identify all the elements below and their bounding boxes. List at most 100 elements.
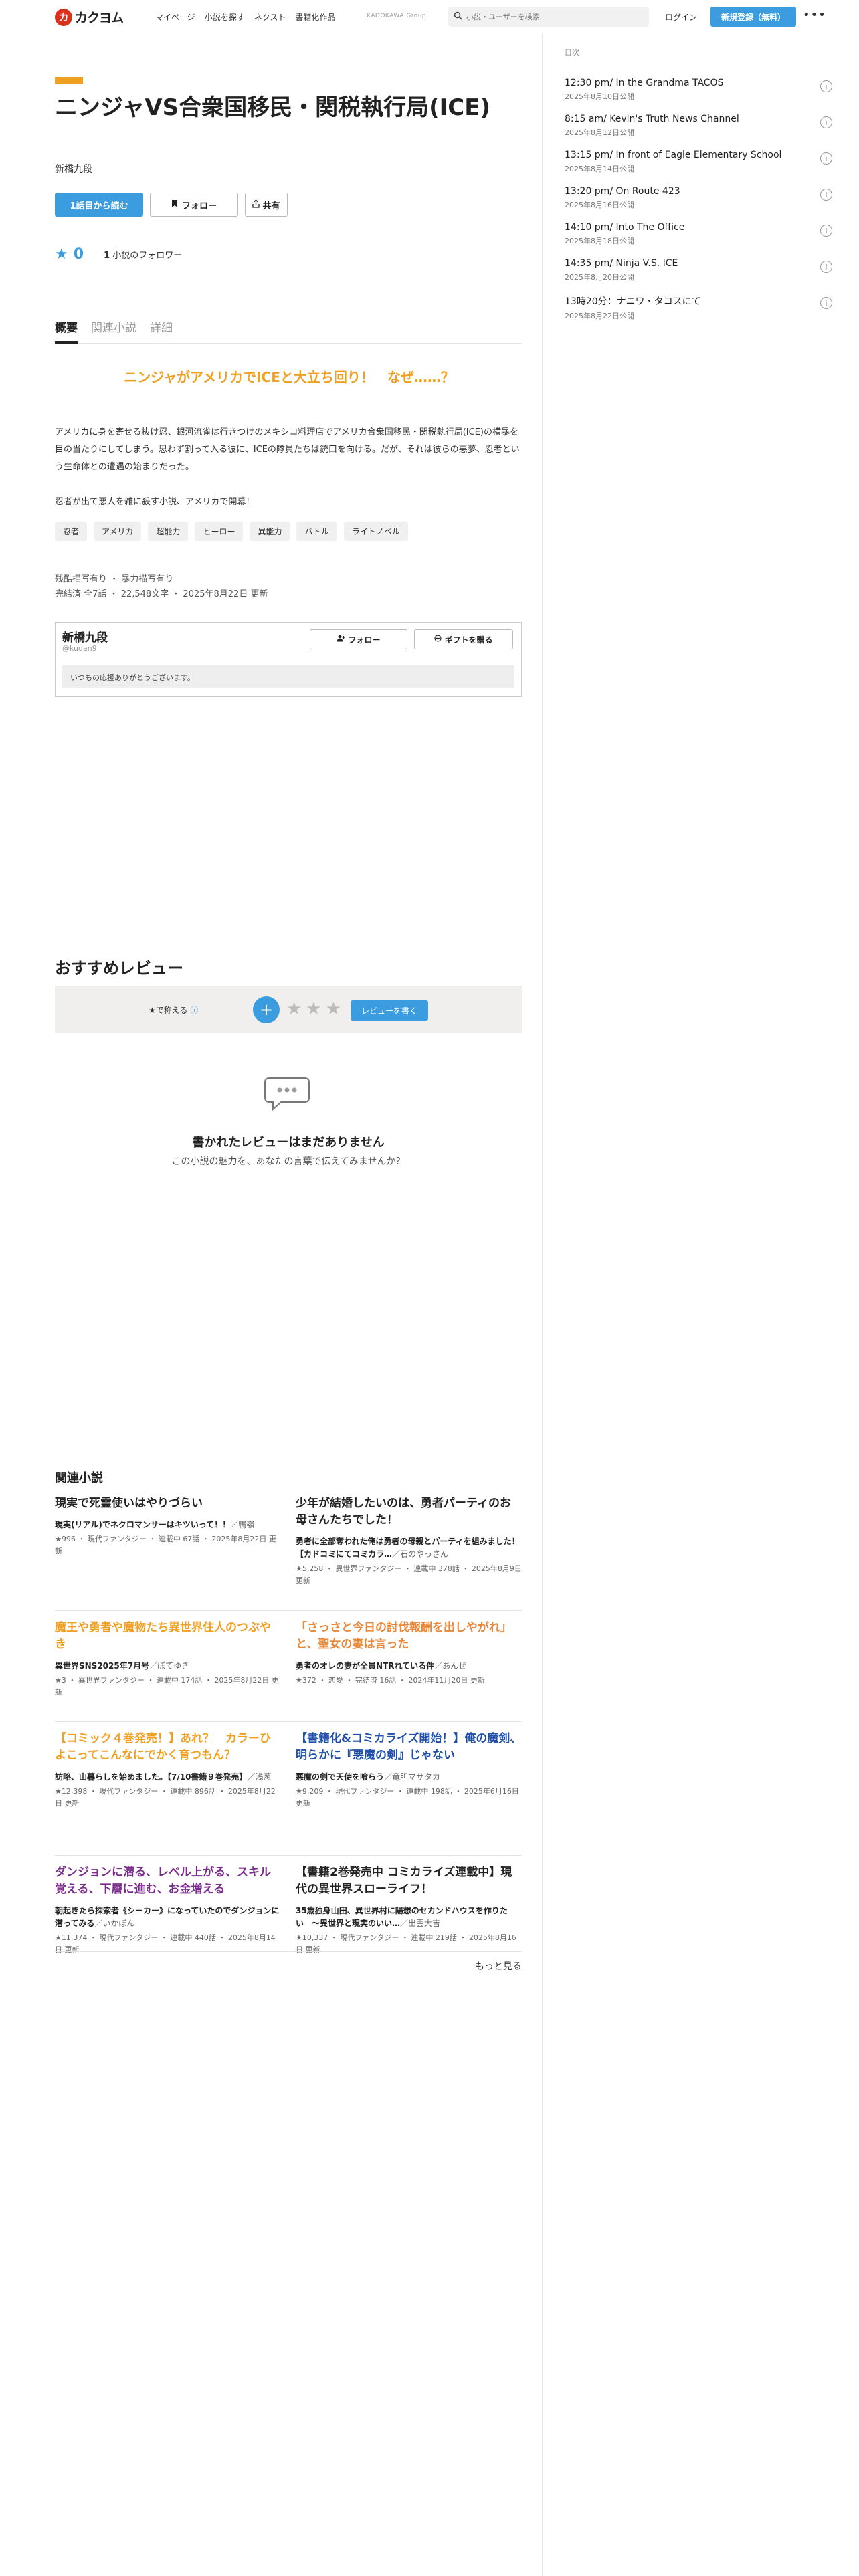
- episode-date: 2025年8月20日公開: [565, 273, 634, 282]
- related-catch: 現実(リアル)でネクロマンサーはキツいって！！／鴨嶺: [55, 1519, 281, 1531]
- tag[interactable]: バトル: [296, 522, 337, 541]
- nav-next[interactable]: ネクスト: [254, 11, 286, 23]
- follow-author-button[interactable]: フォロー: [310, 629, 407, 649]
- send-gift-label: ギフトを贈る: [444, 635, 493, 645]
- search-icon[interactable]: [454, 11, 462, 23]
- related-title[interactable]: 少年が結婚したいのは、勇者パーティのお母さんたちでした！: [296, 1495, 522, 1529]
- related-catch: 勇者のオレの妻が全員NTRれている件／あんぜ: [296, 1660, 522, 1673]
- tag[interactable]: ヒーロー: [195, 522, 244, 541]
- toc-episode[interactable]: 12:30 pm/ In the Grandma TACOS 2025年8月10…: [565, 78, 832, 114]
- gift-icon: [434, 635, 442, 644]
- related-item[interactable]: 魔王や勇者や魔物たち異世界住人のつぶやき 異世界SNS2025年7月号／ぽてゆき…: [55, 1620, 281, 1699]
- toc-episode[interactable]: 13:20 pm/ On Route 423 2025年8月16日公開 i: [565, 186, 832, 222]
- related-meta: ★5,258 ・ 異世界ファンタジー ・ 連載中 378話 ・ 2025年8月9…: [296, 1564, 522, 1585]
- info-icon[interactable]: i: [820, 225, 832, 237]
- episode-title[interactable]: 8:15 am/ Kevin's Truth News Channel: [565, 114, 832, 124]
- related-title[interactable]: ダンジョンに潜る、レベル上がる、スキル覚える、下層に進む、お金増える: [55, 1864, 281, 1898]
- related-item[interactable]: 【書籍化&コミカライズ開始！】俺の魔剣、明らかに『悪魔の剣』じゃない 悪魔の剣で…: [296, 1731, 522, 1810]
- tag[interactable]: ライトノベル: [343, 522, 408, 541]
- related-title[interactable]: 【書籍化&コミカライズ開始！】俺の魔剣、明らかに『悪魔の剣』じゃない: [296, 1731, 522, 1764]
- tag[interactable]: アメリカ: [94, 522, 142, 541]
- related-author[interactable]: ／あんぜ: [434, 1661, 466, 1671]
- related-author[interactable]: ／竜胆マサタカ: [384, 1772, 440, 1782]
- related-title[interactable]: 現実で死霊使いはやりづらい: [55, 1495, 281, 1512]
- help-icon[interactable]: ⓘ: [190, 1006, 198, 1015]
- nav-published-works[interactable]: 書籍化作品: [295, 11, 335, 23]
- kadokawa-group-label[interactable]: KADOKAWA Group: [367, 13, 426, 19]
- episode-title[interactable]: 13:20 pm/ On Route 423: [565, 186, 832, 197]
- intro-paragraph: 忍者が出て悪人を雑に殺す小説、アメリカで開幕！: [55, 497, 255, 507]
- episode-title[interactable]: 14:10 pm/ Into The Office: [565, 222, 832, 233]
- episode-title[interactable]: 12:30 pm/ In the Grandma TACOS: [565, 78, 832, 88]
- related-author[interactable]: ／出雲大吉: [400, 1919, 440, 1928]
- read-from-first-button[interactable]: 1話目から読む: [55, 193, 143, 217]
- follow-button[interactable]: フォロー: [150, 193, 238, 217]
- send-gift-button[interactable]: ギフトを贈る: [414, 629, 513, 649]
- more-related-link[interactable]: もっと見る: [430, 1959, 522, 1973]
- star-count[interactable]: 0: [74, 246, 84, 263]
- toc-episode[interactable]: 13時20分：ナニワ・タコスにて 2025年8月22日公開 i: [565, 294, 832, 330]
- write-review-button[interactable]: レビューを書く: [351, 1000, 428, 1021]
- divider: [55, 1855, 522, 1856]
- related-item[interactable]: 現実で死霊使いはやりづらい 現実(リアル)でネクロマンサーはキツいって！！／鴨嶺…: [55, 1495, 281, 1558]
- related-author[interactable]: ／いかぽん: [94, 1919, 134, 1928]
- table-of-contents: 目次 12:30 pm/ In the Grandma TACOS 2025年8…: [565, 47, 832, 330]
- share-button[interactable]: 共有: [245, 193, 288, 217]
- related-title[interactable]: 「さっさと今日の討伐報酬を出しやがれ」と、聖女の妻は言った: [296, 1620, 522, 1653]
- related-catch-text: 異世界SNS2025年7月号: [55, 1661, 150, 1671]
- nav-mypage[interactable]: マイページ: [155, 11, 195, 23]
- info-icon[interactable]: i: [820, 297, 832, 309]
- follower-count[interactable]: 1 小説のフォロワー: [104, 248, 182, 261]
- kakuyomu-logo[interactable]: カ カクヨム: [55, 8, 124, 26]
- related-title[interactable]: 【書籍2巻発売中 コミカライズ連載中】現代の異世界スローライフ！: [296, 1864, 522, 1898]
- related-author[interactable]: ／鴨嶺: [230, 1520, 254, 1529]
- related-author[interactable]: ／浅葱: [247, 1772, 271, 1782]
- tab-details[interactable]: 詳細: [150, 314, 173, 344]
- info-icon[interactable]: i: [820, 80, 832, 92]
- main-nav: マイページ 小説を探す ネクスト 書籍化作品: [155, 11, 335, 23]
- author-name[interactable]: 新橋九段: [62, 628, 108, 645]
- info-icon[interactable]: i: [820, 189, 832, 201]
- toc-episode[interactable]: 8:15 am/ Kevin's Truth News Channel 2025…: [565, 114, 832, 150]
- toc-episode[interactable]: 14:35 pm/ Ninja V.S. ICE 2025年8月20日公開 i: [565, 258, 832, 294]
- episode-date: 2025年8月10日公開: [565, 92, 634, 101]
- info-icon[interactable]: i: [820, 261, 832, 273]
- related-item[interactable]: 【コミック４巻発売！】あれ？ カラーひよこってこんなにでかく育つもん？ 訪略、山…: [55, 1731, 281, 1810]
- info-icon[interactable]: i: [820, 152, 832, 165]
- more-menu-icon[interactable]: •••: [803, 8, 826, 22]
- related-item[interactable]: 少年が結婚したいのは、勇者パーティのお母さんたちでした！ 勇者に全部奪われた俺は…: [296, 1495, 522, 1587]
- related-meta: ★10,337 ・ 現代ファンタジー ・ 連載中 219話 ・ 2025年8月1…: [296, 1933, 516, 1954]
- nav-search-novels[interactable]: 小説を探す: [205, 11, 245, 23]
- speech-bubble-icon: [264, 1077, 310, 1111]
- work-author[interactable]: 新橋九段: [55, 162, 92, 175]
- episode-date: 2025年8月14日公開: [565, 165, 634, 173]
- tag[interactable]: 超能力: [148, 522, 189, 541]
- episode-title[interactable]: 14:35 pm/ Ninja V.S. ICE: [565, 258, 832, 269]
- related-item[interactable]: 「さっさと今日の討伐報酬を出しやがれ」と、聖女の妻は言った 勇者のオレの妻が全員…: [296, 1620, 522, 1687]
- tab-related[interactable]: 関連小説: [91, 314, 136, 344]
- related-catch: 異世界SNS2025年7月号／ぽてゆき: [55, 1660, 281, 1673]
- tag[interactable]: 忍者: [55, 522, 88, 541]
- tab-overview[interactable]: 概要: [55, 314, 78, 344]
- related-item[interactable]: 【書籍2巻発売中 コミカライズ連載中】現代の異世界スローライフ！ 35歳独身山田…: [296, 1864, 522, 1956]
- related-title[interactable]: 魔王や勇者や魔物たち異世界住人のつぶやき: [55, 1620, 281, 1653]
- related-author[interactable]: ／石のやっさん: [392, 1549, 448, 1559]
- toc-episode[interactable]: 13:15 pm/ In front of Eagle Elementary S…: [565, 150, 832, 186]
- episode-title[interactable]: 13時20分：ナニワ・タコスにて: [565, 294, 832, 308]
- star-rating-icon[interactable]: ★★★: [286, 999, 345, 1019]
- add-star-button[interactable]: +: [253, 996, 280, 1023]
- related-author[interactable]: ／ぽてゆき: [149, 1661, 189, 1671]
- follow-author-label: フォロー: [348, 635, 381, 645]
- login-link[interactable]: ログイン: [665, 11, 697, 23]
- search-box[interactable]: [448, 7, 649, 27]
- tag[interactable]: 異能力: [250, 522, 290, 541]
- related-title[interactable]: 【コミック４巻発売！】あれ？ カラーひよこってこんなにでかく育つもん？: [55, 1731, 281, 1764]
- author-id[interactable]: @kudan9: [62, 644, 97, 653]
- related-meta: ★372 ・ 恋愛 ・ 完結済 16話 ・ 2024年11月20日 更新: [296, 1676, 485, 1685]
- search-input[interactable]: [466, 12, 640, 21]
- signup-button[interactable]: 新規登録（無料）: [710, 7, 796, 27]
- related-item[interactable]: ダンジョンに潜る、レベル上がる、スキル覚える、下層に進む、お金増える 朝起きたら…: [55, 1864, 281, 1956]
- episode-title[interactable]: 13:15 pm/ In front of Eagle Elementary S…: [565, 150, 832, 160]
- info-icon[interactable]: i: [820, 116, 832, 128]
- toc-episode[interactable]: 14:10 pm/ Into The Office 2025年8月18日公開 i: [565, 222, 832, 258]
